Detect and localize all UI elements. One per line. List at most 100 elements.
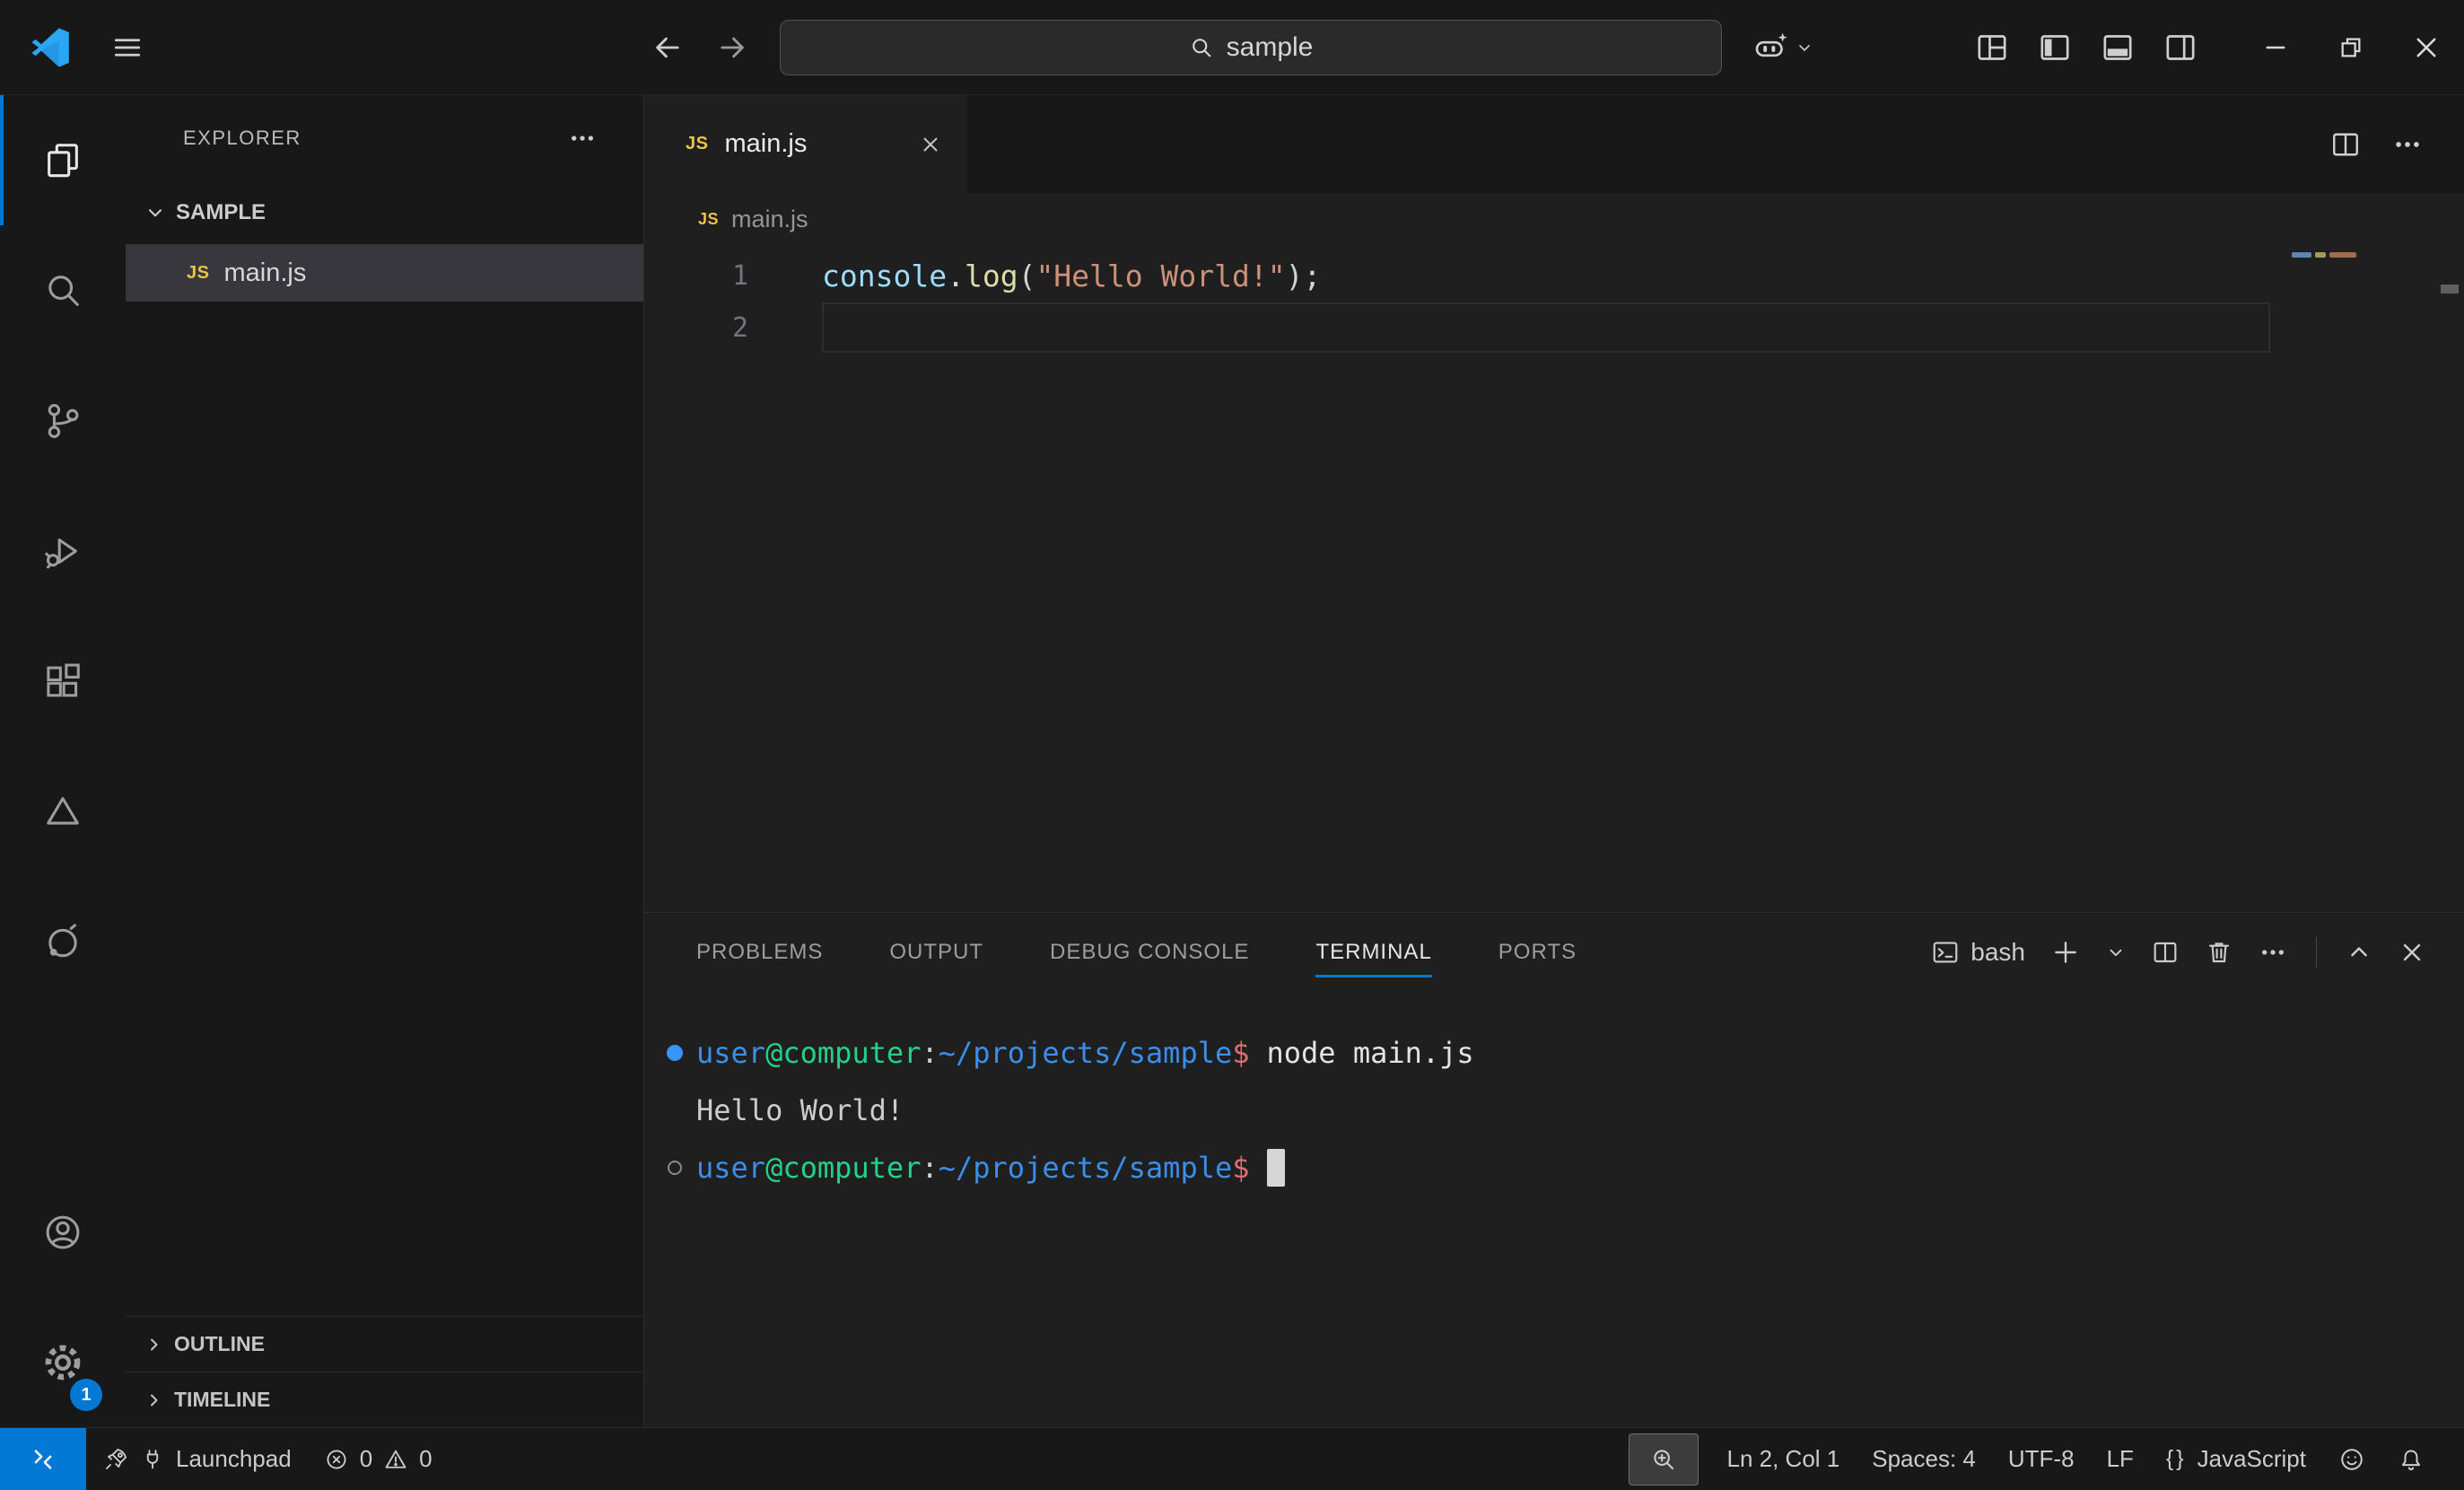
language-mode-item[interactable]: {} JavaScript bbox=[2150, 1445, 2322, 1473]
source-control-activity-icon[interactable] bbox=[0, 355, 126, 486]
editor-scrollbar[interactable] bbox=[2437, 245, 2464, 912]
panel-tab-output[interactable]: OUTPUT bbox=[889, 913, 983, 992]
circle-extension-icon[interactable] bbox=[0, 876, 126, 1006]
terminal-line: Hello World! bbox=[666, 1082, 2464, 1139]
activity-bar-spacer bbox=[0, 1006, 126, 1167]
toggle-secondary-sidebar-icon[interactable] bbox=[2163, 30, 2198, 66]
split-editor-icon[interactable] bbox=[2329, 128, 2362, 161]
chevron-right-icon bbox=[144, 1389, 165, 1411]
toggle-panel-icon[interactable] bbox=[2100, 30, 2136, 66]
feedback-item[interactable] bbox=[2322, 1446, 2381, 1473]
status-bar: Launchpad 0 0 bbox=[0, 1427, 2464, 1490]
error-icon bbox=[324, 1447, 349, 1472]
terminal-content[interactable]: user@computer:~/projects/sample$node mai… bbox=[644, 992, 2464, 1427]
toggle-primary-sidebar-icon[interactable] bbox=[2037, 30, 2073, 66]
settings-gear-icon[interactable]: 1 bbox=[0, 1297, 126, 1427]
braces-icon: {} bbox=[2166, 1446, 2187, 1472]
file-name: main.js bbox=[223, 259, 306, 288]
vscode-window: sample bbox=[0, 0, 2464, 1490]
accounts-icon[interactable] bbox=[0, 1167, 126, 1297]
js-file-icon: JS bbox=[686, 134, 708, 154]
triangle-extension-icon[interactable] bbox=[0, 746, 126, 876]
problems-item[interactable]: 0 0 bbox=[308, 1428, 449, 1490]
outline-section-header[interactable]: OUTLINE bbox=[126, 1316, 643, 1372]
editor-group: JS main.js JS main.js bbox=[644, 95, 2464, 1427]
activity-bar: 1 bbox=[0, 95, 126, 1427]
sidebar-more-actions-icon[interactable] bbox=[568, 124, 597, 153]
restore-button[interactable] bbox=[2313, 0, 2389, 94]
sidebar-title: EXPLORER bbox=[183, 127, 301, 150]
explorer-activity-icon[interactable] bbox=[0, 95, 126, 225]
kill-terminal-trash-icon[interactable] bbox=[2205, 938, 2233, 967]
js-file-icon: JS bbox=[698, 210, 719, 229]
run-debug-activity-icon[interactable] bbox=[0, 486, 126, 616]
panel-tab-ports[interactable]: PORTS bbox=[1498, 913, 1577, 992]
tab-mainjs[interactable]: JS main.js bbox=[644, 95, 967, 193]
chevron-right-icon bbox=[144, 1334, 165, 1355]
minimap-code-mark bbox=[2292, 252, 2311, 258]
editor-more-actions-icon[interactable] bbox=[2392, 129, 2423, 160]
timeline-section-header[interactable]: TIMELINE bbox=[126, 1372, 643, 1427]
command-success-decoration bbox=[667, 1045, 683, 1061]
explorer-sidebar: EXPLORER SAMPLE JS main.js bbox=[126, 95, 644, 1427]
sidebar-bottom-sections: OUTLINE TIMELINE bbox=[126, 1316, 643, 1427]
customize-layout-icon[interactable] bbox=[1974, 30, 2010, 66]
forward-button[interactable] bbox=[715, 31, 749, 65]
new-terminal-icon[interactable] bbox=[2050, 937, 2081, 968]
code-line-2-current bbox=[822, 302, 2270, 353]
search-value: sample bbox=[1227, 32, 1314, 63]
warning-count: 0 bbox=[419, 1445, 432, 1473]
launchpad-item[interactable]: Launchpad bbox=[86, 1428, 308, 1490]
rocket-icon bbox=[102, 1446, 129, 1473]
notifications-item[interactable] bbox=[2381, 1446, 2441, 1473]
folder-section-header[interactable]: SAMPLE bbox=[126, 181, 643, 244]
outline-label: OUTLINE bbox=[174, 1332, 265, 1356]
split-terminal-icon[interactable] bbox=[2151, 938, 2180, 967]
eol-item[interactable]: LF bbox=[2091, 1445, 2150, 1473]
cursor-position-item[interactable]: Ln 2, Col 1 bbox=[1711, 1445, 1857, 1473]
copilot-button[interactable] bbox=[1752, 30, 1813, 66]
language-label: JavaScript bbox=[2198, 1445, 2306, 1473]
indentation-item[interactable]: Spaces: 4 bbox=[1856, 1445, 1992, 1473]
js-file-icon: JS bbox=[187, 263, 209, 284]
close-window-button[interactable] bbox=[2389, 0, 2464, 94]
prompt-decoration bbox=[668, 1161, 682, 1175]
editor-tab-bar: JS main.js bbox=[644, 95, 2464, 193]
error-count: 0 bbox=[360, 1445, 372, 1473]
breadcrumb-item[interactable]: main.js bbox=[731, 206, 808, 233]
back-button[interactable] bbox=[651, 31, 685, 65]
copilot-icon bbox=[1752, 30, 1788, 66]
line-number-gutter: 1 2 bbox=[644, 245, 772, 912]
file-item-mainjs[interactable]: JS main.js bbox=[126, 244, 643, 302]
panel-tab-problems[interactable]: PROBLEMS bbox=[696, 913, 823, 992]
bell-icon bbox=[2398, 1446, 2425, 1473]
shell-label: bash bbox=[1970, 938, 2025, 967]
zoom-button[interactable] bbox=[1629, 1433, 1699, 1486]
warning-icon bbox=[383, 1447, 408, 1472]
close-panel-icon[interactable] bbox=[2398, 938, 2426, 967]
minimap[interactable] bbox=[2283, 245, 2437, 912]
breadcrumb[interactable]: JS main.js bbox=[644, 193, 2464, 245]
titlebar: sample bbox=[0, 0, 2464, 95]
vscode-logo bbox=[31, 27, 72, 68]
command-center-search[interactable]: sample bbox=[780, 20, 1722, 75]
line-number: 2 bbox=[644, 302, 772, 355]
search-activity-icon[interactable] bbox=[0, 225, 126, 355]
panel-tab-debug-console[interactable]: DEBUG CONSOLE bbox=[1050, 913, 1249, 992]
maximize-panel-icon[interactable] bbox=[2346, 939, 2372, 966]
panel-tab-terminal[interactable]: TERMINAL bbox=[1315, 913, 1431, 992]
panel-actions-separator bbox=[2316, 937, 2317, 968]
terminal-cursor bbox=[1267, 1149, 1285, 1187]
terminal-shell-chip[interactable]: bash bbox=[1931, 938, 2025, 967]
remote-indicator[interactable] bbox=[0, 1428, 86, 1490]
terminal-dropdown-chevron-icon[interactable] bbox=[2106, 942, 2126, 962]
close-tab-icon[interactable] bbox=[919, 133, 942, 156]
encoding-item[interactable]: UTF-8 bbox=[1992, 1445, 2091, 1473]
extensions-activity-icon[interactable] bbox=[0, 616, 126, 746]
minimap-code-mark bbox=[2329, 252, 2356, 258]
minimize-button[interactable] bbox=[2238, 0, 2313, 94]
search-icon bbox=[1189, 35, 1214, 60]
menu-icon[interactable] bbox=[111, 31, 144, 64]
code-editor[interactable]: 1 2 console.log("Hello World!"); bbox=[644, 245, 2464, 912]
panel-more-actions-icon[interactable] bbox=[2259, 938, 2287, 967]
